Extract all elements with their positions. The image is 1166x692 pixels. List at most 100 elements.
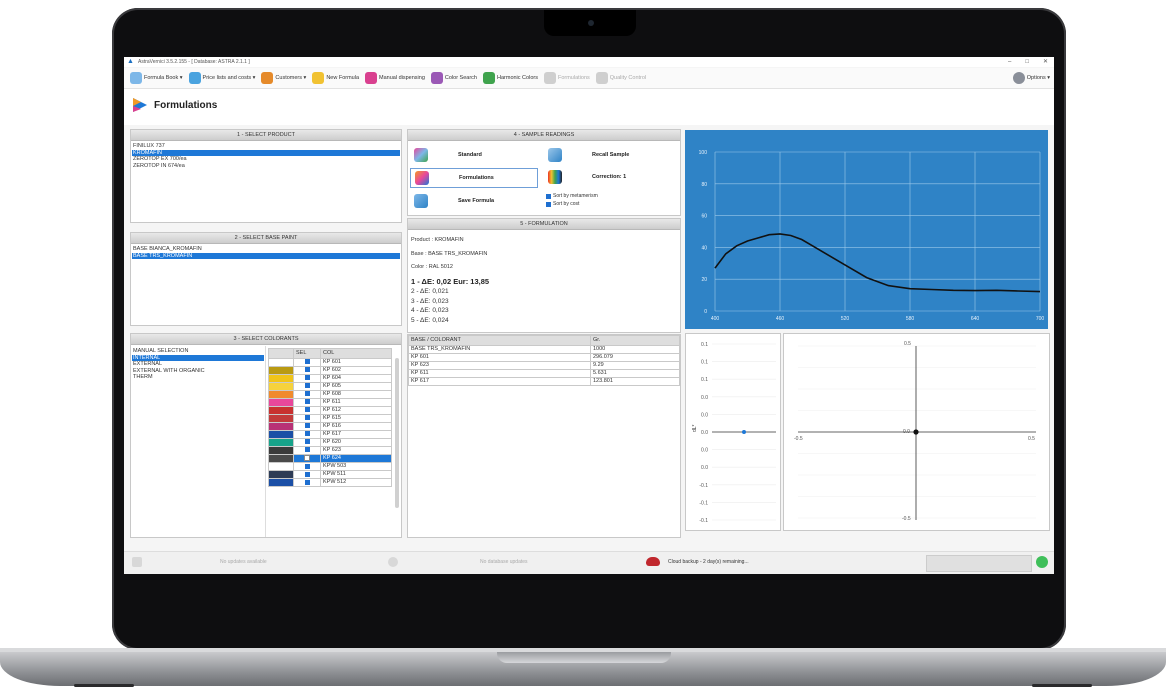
checkbox-icon[interactable]: [304, 383, 310, 389]
customers-icon: [261, 72, 274, 84]
colorant-select-cell[interactable]: [293, 390, 321, 399]
close-button[interactable]: ✕: [1043, 57, 1048, 67]
x-tick-label: 520: [841, 316, 850, 322]
delta-e-result[interactable]: 2 - ΔE: 0,021: [411, 287, 489, 297]
delta-e-result[interactable]: 4 - ΔE: 0,023: [411, 306, 489, 316]
toolbar-item-pencil[interactable]: New Formula: [312, 72, 359, 84]
colorant-row[interactable]: KP 623: [268, 446, 392, 455]
colorant-swatch: [268, 398, 294, 407]
correction-button[interactable]: Correction: 1: [544, 168, 678, 186]
colorant-name: KP 601: [408, 353, 591, 362]
checkbox-icon[interactable]: [304, 399, 310, 405]
delta-e-result[interactable]: 5 - ΔE: 0,024: [411, 316, 489, 326]
colorant-select-cell[interactable]: [293, 398, 321, 407]
colorant-select-cell[interactable]: [293, 414, 321, 423]
checkbox-icon[interactable]: [304, 375, 310, 381]
toolbar-item-price-list[interactable]: Price lists and costs ▾: [188, 72, 255, 84]
colorant-row[interactable]: KPW 512: [268, 478, 392, 488]
formulation-row[interactable]: KP 611 5.631: [408, 369, 680, 378]
checkbox-icon[interactable]: [304, 367, 310, 373]
formulation-row[interactable]: BASE TRS_KROMAFIN 1000: [408, 345, 680, 354]
toolbar-item-formulations[interactable]: Formulations: [543, 72, 590, 84]
maximize-button[interactable]: □: [1025, 57, 1029, 67]
checkbox-icon[interactable]: [304, 471, 310, 477]
colorant-select-cell[interactable]: [293, 478, 321, 488]
colorant-row[interactable]: KP 620: [268, 438, 392, 447]
standard-label: Standard: [458, 152, 482, 158]
online-status-icon[interactable]: [1036, 556, 1048, 568]
colorant-row[interactable]: KP 604: [268, 374, 392, 383]
colorant-row[interactable]: KPW 503: [268, 462, 392, 472]
colorant-row[interactable]: KP 611: [268, 398, 392, 407]
colorant-select-cell[interactable]: [293, 366, 321, 375]
options-menu[interactable]: Options ▾: [1012, 72, 1050, 84]
toolbar-item-color-wheel[interactable]: Color Search: [430, 72, 477, 84]
colorant-row[interactable]: KPW 511: [268, 470, 392, 480]
colorant-row[interactable]: KP 605: [268, 382, 392, 391]
checkbox-icon[interactable]: [304, 447, 310, 453]
colorant-select-cell[interactable]: [293, 453, 321, 464]
colorant-select-cell[interactable]: [293, 470, 321, 480]
spectral-chart-svg: 100 80 60 40 20 0 400 460 520 580 640 700: [685, 130, 1048, 329]
recall-sample-button[interactable]: Recall Sample: [544, 146, 678, 164]
colorant-select-cell[interactable]: [293, 374, 321, 383]
panel-header: 4 - SAMPLE READINGS: [408, 130, 680, 141]
product-list-item[interactable]: ZEROTOP IN 674/ea: [132, 163, 400, 170]
colorant-row[interactable]: KP 602: [268, 366, 392, 375]
colorant-select-cell[interactable]: [293, 422, 321, 431]
colorant-select-cell[interactable]: [293, 382, 321, 391]
x-tick-label: 460: [776, 316, 785, 322]
formulation-row[interactable]: KP 623 9.29: [408, 361, 680, 370]
formulation-table-panel: BASE / COLORANT Gr. BASE TRS_KROMAFIN 100…: [407, 334, 681, 538]
formulation-row[interactable]: KP 617 123.801: [408, 377, 680, 386]
colorant-row[interactable]: KP 615: [268, 414, 392, 423]
colorant-select-cell[interactable]: [293, 358, 321, 367]
sort-metamerism-checkbox[interactable]: Sort by metamerism: [546, 193, 598, 199]
toolbar-item-quality[interactable]: Quality Control: [595, 72, 646, 84]
colorant-select-cell[interactable]: [293, 446, 321, 455]
colorant-select-cell[interactable]: [293, 438, 321, 447]
colorant-select-cell[interactable]: [293, 430, 321, 439]
colorant-group-item[interactable]: THERM: [132, 374, 264, 381]
formulations-icon: [415, 171, 429, 185]
toolbar-item-dispensing[interactable]: Manual dispensing: [365, 72, 425, 84]
checkbox-icon[interactable]: [304, 423, 310, 429]
checkbox-icon[interactable]: [304, 415, 310, 421]
colorant-row[interactable]: KP 624: [268, 453, 392, 464]
colorant-row[interactable]: KP 616: [268, 422, 392, 431]
checkbox-icon[interactable]: [304, 407, 310, 413]
colorants-scrollbar[interactable]: [395, 358, 399, 508]
formulations-button[interactable]: Formulations: [410, 168, 538, 188]
checkbox-icon[interactable]: [304, 455, 310, 461]
base-list-item[interactable]: BASE TRS_KROMAFIN: [132, 252, 400, 259]
toolbar-item-label: Color Search: [444, 75, 477, 81]
colorant-row[interactable]: KP 617: [268, 430, 392, 439]
checkbox-icon[interactable]: [304, 463, 310, 469]
colorant-row[interactable]: KP 612: [268, 406, 392, 415]
delta-e-result[interactable]: 1 - ΔE: 0,02 Eur: 13,85: [411, 277, 489, 287]
colorant-row[interactable]: KP 608: [268, 390, 392, 399]
checkbox-icon[interactable]: [304, 431, 310, 437]
formulation-row[interactable]: KP 601 296.079: [408, 353, 680, 362]
correction-label: Correction: 1: [592, 174, 627, 180]
toolbar-item-book[interactable]: Formula Book ▾: [130, 72, 183, 84]
colorant-select-cell[interactable]: [293, 462, 321, 472]
checkbox-icon[interactable]: [304, 439, 310, 445]
y-tick-label: 40: [701, 245, 707, 251]
colorant-select-cell[interactable]: [293, 406, 321, 415]
toolbar-item-customers[interactable]: Customers ▾: [261, 72, 306, 84]
standard-button[interactable]: Standard: [410, 146, 538, 164]
update-icon: [132, 557, 142, 567]
delta-e-result[interactable]: 3 - ΔE: 0,023: [411, 297, 489, 307]
grams-header: Gr.: [590, 335, 680, 346]
colorant-row[interactable]: KP 601: [268, 358, 392, 367]
save-formula-button[interactable]: Save Formula: [410, 192, 538, 210]
toolbar-item-harmonic[interactable]: Harmonic Colors: [483, 72, 538, 84]
top-label: 0.5: [904, 341, 911, 347]
checkbox-icon[interactable]: [304, 479, 310, 485]
minimize-button[interactable]: –: [1008, 57, 1011, 67]
sort-cost-checkbox[interactable]: Sort by cost: [546, 201, 579, 207]
checkbox-icon[interactable]: [304, 391, 310, 397]
colorant-group-list: MANUAL SELECTION INTERNAL EXTERNAL EXTERNAL…: [131, 346, 266, 537]
checkbox-icon[interactable]: [304, 359, 310, 365]
